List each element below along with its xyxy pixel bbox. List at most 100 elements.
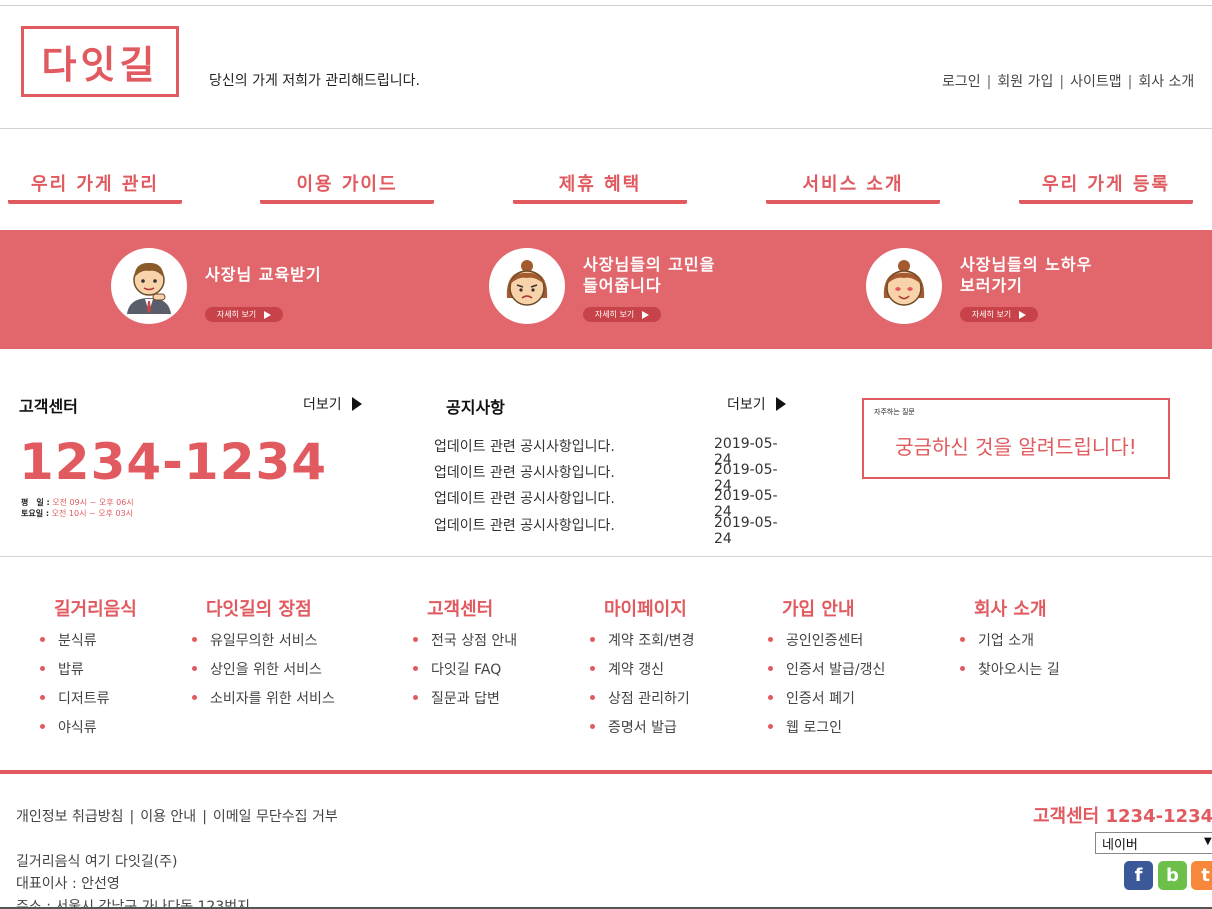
nav-partner-benefits[interactable]: 제휴 혜택 (513, 170, 687, 204)
footer-link[interactable]: 웹 로그인 (768, 717, 885, 746)
footer-link[interactable]: 분식류 (40, 630, 137, 659)
footer-column-street-food: 길거리음식 분식류 밥류 디저트류 야식류 (40, 595, 137, 746)
banner-item-title: 사장님 교육받기 (205, 265, 322, 284)
blog-icon[interactable]: b (1158, 861, 1187, 890)
family-site-select[interactable]: 네이버 ▼ (1095, 832, 1212, 854)
facebook-icon[interactable]: f (1124, 861, 1153, 890)
hours-label: 토요일 : (21, 509, 50, 518)
customer-center-title: 고객센터 (19, 397, 78, 416)
banner-item-title: 사장님들의 고민을 들어줍니다 (583, 254, 715, 296)
banner-item-title: 사장님들의 노하우 보러가기 (960, 254, 1092, 296)
footer-link[interactable]: 유일무의한 서비스 (192, 630, 335, 659)
banner-more-button[interactable]: 자세히 보기 (960, 307, 1038, 322)
notice-row: 업데이트 관련 공시사항입니다. 2019-05-24 (434, 515, 794, 547)
footer-accent-line (0, 770, 1212, 774)
hours-value: 오전 09시 ~ 오후 06시 (52, 498, 134, 507)
footer-link[interactable]: 증명서 발급 (590, 717, 694, 746)
customer-center-more-button[interactable]: 더보기 (303, 394, 362, 414)
column-title: 가입 안내 (782, 599, 855, 620)
logo[interactable]: 다잇길 (21, 26, 179, 97)
column-title: 고객센터 (427, 599, 494, 620)
play-arrow-icon (1019, 310, 1027, 319)
hours-value: 오전 10시 ~ 오후 03시 (51, 509, 134, 518)
separator: | (986, 74, 992, 90)
play-arrow-icon (264, 310, 272, 319)
play-arrow-icon (775, 397, 786, 411)
banner-title-line2: 들어줍니다 (583, 276, 662, 295)
signup-link[interactable]: 회원 가입 (997, 74, 1053, 90)
separator: | (129, 809, 135, 825)
footer-link[interactable]: 다잇길 FAQ (413, 659, 517, 688)
business-hours: 평 일 : 오전 09시 ~ 오후 06시 토요일 : 오전 10시 ~ 오후 … (21, 497, 134, 519)
nav-label: 우리 가게 등록 (1042, 174, 1170, 195)
footer-link[interactable]: 찾아오시는 길 (960, 659, 1060, 688)
column-title: 다잇길의 장점 (206, 599, 312, 620)
owner-education-avatar (111, 248, 187, 324)
nav-guide[interactable]: 이용 가이드 (260, 170, 434, 204)
footer-link[interactable]: 상점 관리하기 (590, 688, 694, 717)
more-label: 자세히 보기 (216, 310, 257, 319)
banner-title-line2: 보러가기 (960, 276, 1023, 295)
banner-more-button[interactable]: 자세히 보기 (205, 307, 283, 322)
footer-link[interactable]: 인증서 폐기 (768, 688, 885, 717)
hours-saturday: 토요일 : 오전 10시 ~ 오후 03시 (21, 508, 134, 519)
faq-headline: 궁금하신 것을 알려드립니다! (895, 435, 1137, 459)
nav-label: 서비스 소개 (802, 174, 904, 195)
header-divider (0, 128, 1212, 129)
terms-link[interactable]: 이용 안내 (140, 809, 196, 825)
column-title: 마이페이지 (604, 599, 687, 620)
footer-link[interactable]: 야식류 (40, 717, 137, 746)
footer-link[interactable]: 질문과 답변 (413, 688, 517, 717)
banner-title-line1: 사장님들의 고민을 (583, 255, 716, 274)
footer-link[interactable]: 상인을 위한 서비스 (192, 659, 335, 688)
worried-woman-icon (506, 260, 548, 306)
top-links: 로그인 | 회원 가입 | 사이트맵 | 회사 소개 (942, 71, 1194, 91)
footer-column-mypage: 마이페이지 계약 조회/변경 계약 갱신 상점 관리하기 증명서 발급 (590, 595, 694, 746)
footer-column-company: 회사 소개 기업 소개 찾아오시는 길 (960, 595, 1060, 688)
separator: | (1059, 74, 1065, 90)
footer-link[interactable]: 기업 소개 (960, 630, 1060, 659)
footer-link[interactable]: 계약 조회/변경 (590, 630, 694, 659)
more-label: 더보기 (727, 397, 766, 413)
notice-date: 2019-05-24 (714, 515, 778, 547)
footer-link[interactable]: 소비자를 위한 서비스 (192, 688, 335, 717)
banner-more-button[interactable]: 자세히 보기 (583, 307, 661, 322)
footer-customer-center: 고객센터 1234-1234 (1033, 806, 1212, 827)
logo-text: 다잇길 (41, 43, 159, 87)
select-value: 네이버 (1102, 837, 1138, 853)
footer-link[interactable]: 밥류 (40, 659, 137, 688)
footer-link[interactable]: 계약 갱신 (590, 659, 694, 688)
notice-link[interactable]: 업데이트 관련 공시사항입니다. (434, 515, 615, 547)
notice-more-button[interactable]: 더보기 (727, 394, 786, 414)
privacy-policy-link[interactable]: 개인정보 취급방침 (16, 809, 124, 825)
sitemap-link[interactable]: 사이트맵 (1070, 74, 1122, 90)
nav-store-manage[interactable]: 우리 가게 관리 (8, 170, 182, 204)
footer-link[interactable]: 인증서 발급/갱신 (768, 659, 885, 688)
play-arrow-icon (642, 310, 650, 319)
column-title: 길거리음식 (54, 599, 137, 620)
nav-service-intro[interactable]: 서비스 소개 (766, 170, 940, 204)
faq-box[interactable]: 자주하는 질문 궁금하신 것을 알려드립니다! (862, 398, 1170, 479)
nav-label: 이용 가이드 (296, 174, 398, 195)
column-title: 회사 소개 (974, 599, 1047, 620)
footer-link[interactable]: 디저트류 (40, 688, 137, 717)
footer-column-customer-center: 고객센터 전국 상점 안내 다잇길 FAQ 질문과 답변 (413, 595, 517, 717)
tumblr-icon[interactable]: t (1191, 861, 1212, 890)
separator: | (1127, 74, 1133, 90)
section-divider (0, 556, 1212, 557)
footer-policy-links: 개인정보 취급방침 | 이용 안내 | 이메일 무단수집 거부 (16, 806, 338, 826)
nav-store-register[interactable]: 우리 가게 등록 (1019, 170, 1193, 204)
separator: | (202, 809, 207, 825)
footer-link[interactable]: 공인인증센터 (768, 630, 885, 659)
banner-title-line1: 사장님들의 노하우 (960, 255, 1093, 274)
play-arrow-icon (351, 397, 362, 411)
company-link[interactable]: 회사 소개 (1138, 74, 1194, 90)
login-link[interactable]: 로그인 (942, 74, 981, 90)
footer-link[interactable]: 전국 상점 안내 (413, 630, 517, 659)
email-policy-link[interactable]: 이메일 무단수집 거부 (213, 809, 338, 825)
more-label: 자세히 보기 (594, 310, 635, 319)
hours-label: 평 일 : (21, 498, 50, 507)
hours-weekday: 평 일 : 오전 09시 ~ 오후 06시 (21, 497, 134, 508)
tagline: 당신의 가게 저희가 관리해드립니다. (209, 73, 420, 89)
dropdown-arrow-icon: ▼ (1204, 836, 1212, 847)
